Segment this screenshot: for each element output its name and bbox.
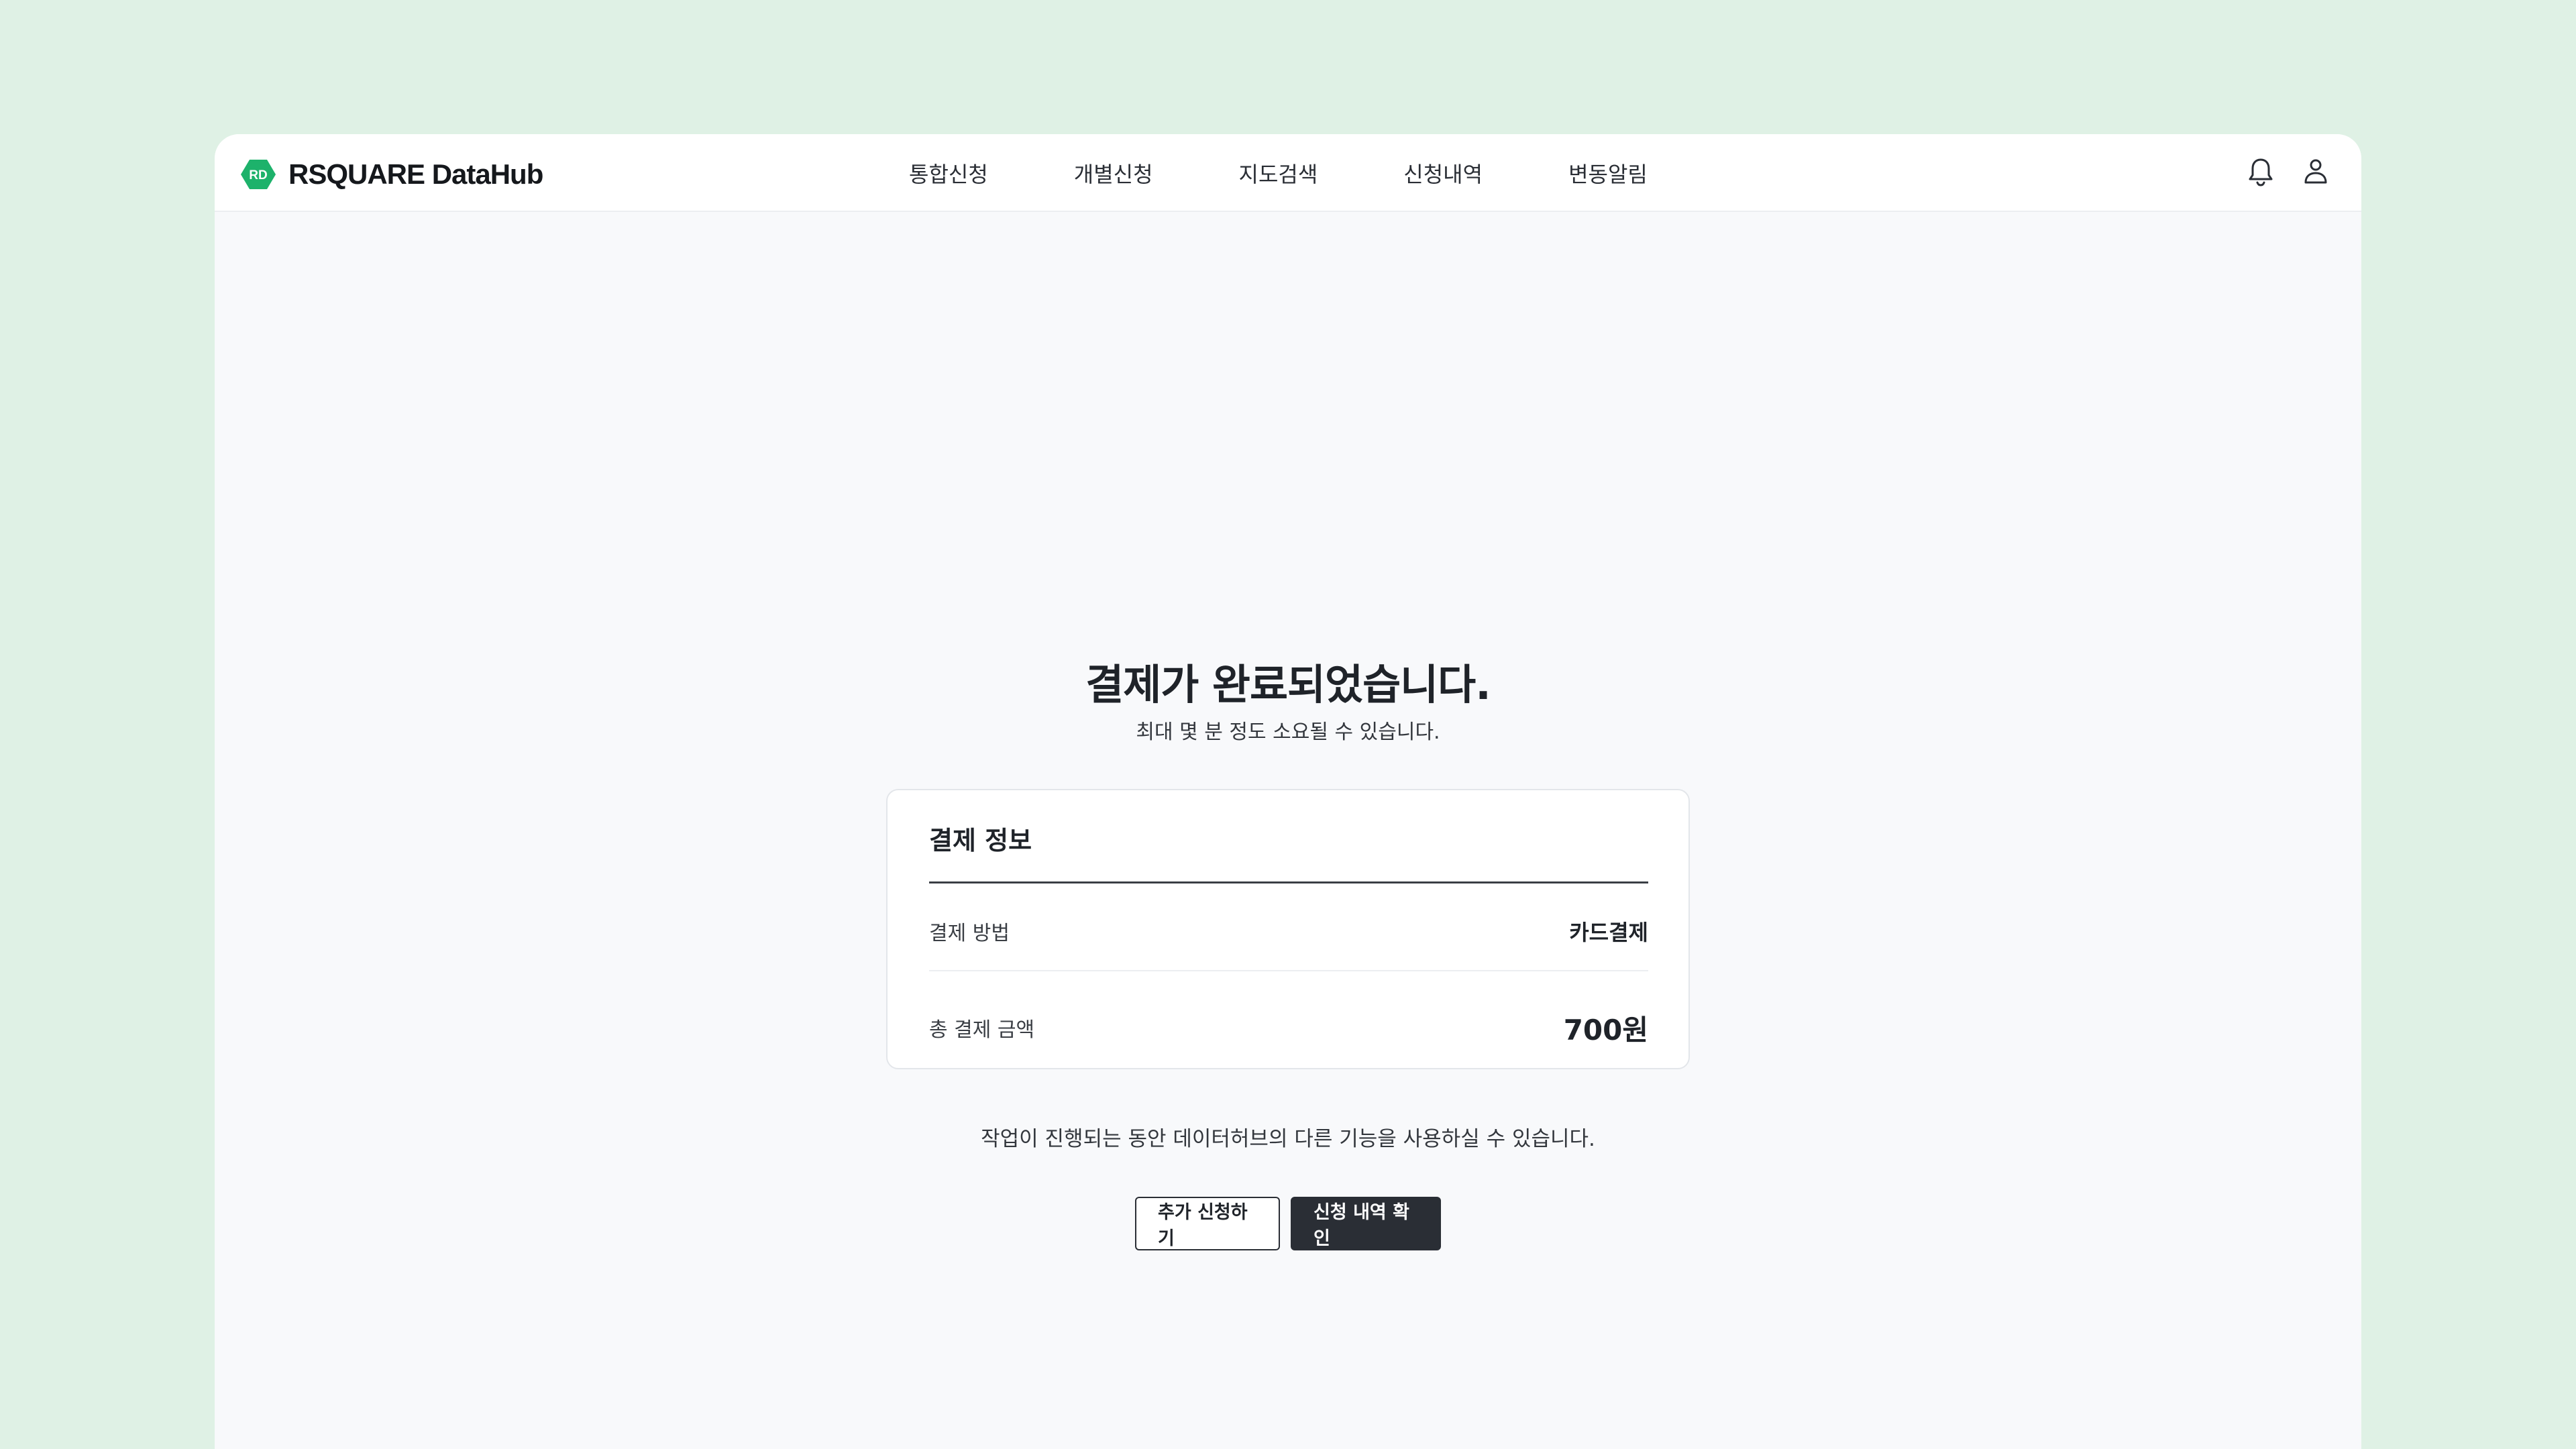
payment-method-row: 결제 방법 카드결제 bbox=[929, 911, 1648, 951]
user-icon[interactable] bbox=[2298, 154, 2333, 189]
total-amount-value: 700원 bbox=[1563, 1013, 1648, 1046]
logo[interactable]: RD RSQUARE DataHub bbox=[240, 158, 543, 191]
card-divider bbox=[929, 881, 1648, 883]
main-content: 결제가 완료되었습니다. 최대 몇 분 정도 소요될 수 있습니다. 결제 정보… bbox=[215, 212, 2361, 1449]
logo-badge-text: RD bbox=[249, 168, 267, 182]
payment-method-value: 카드결제 bbox=[1569, 920, 1648, 945]
app-window: RD RSQUARE DataHub 통합신청 개별신청 지도검색 신청내역 변… bbox=[215, 134, 2361, 1449]
header-icons bbox=[2223, 154, 2333, 189]
action-buttons: 추가 신청하기 신청 내역 확인 bbox=[215, 1197, 2361, 1250]
total-amount-row: 총 결제 금액 700원 bbox=[929, 1006, 1648, 1049]
nav-item-request-history[interactable]: 신청내역 bbox=[1403, 158, 1483, 189]
logo-hexagon-icon: RD bbox=[240, 158, 276, 191]
top-header: RD RSQUARE DataHub 통합신청 개별신청 지도검색 신청내역 변… bbox=[215, 134, 2361, 212]
nav-item-change-alerts[interactable]: 변동알림 bbox=[1568, 158, 1648, 189]
nav-item-map-search[interactable]: 지도검색 bbox=[1239, 158, 1318, 189]
nav-item-individual-request[interactable]: 개별신청 bbox=[1074, 158, 1153, 189]
card-title: 결제 정보 bbox=[929, 826, 1032, 855]
page-subtitle: 최대 몇 분 정도 소요될 수 있습니다. bbox=[1136, 720, 1440, 744]
bell-icon[interactable] bbox=[2243, 154, 2278, 189]
row-divider bbox=[929, 970, 1648, 971]
add-request-button[interactable]: 추가 신청하기 bbox=[1135, 1197, 1280, 1250]
payment-method-label: 결제 방법 bbox=[929, 922, 1010, 945]
total-amount-label: 총 결제 금액 bbox=[929, 1018, 1035, 1042]
info-note: 작업이 진행되는 동안 데이터허브의 다른 기능을 사용하실 수 있습니다. bbox=[981, 1127, 1595, 1151]
nav-item-integrated-request[interactable]: 통합신청 bbox=[909, 158, 988, 189]
view-request-history-button[interactable]: 신청 내역 확인 bbox=[1291, 1197, 1441, 1250]
page-title: 결제가 완료되었습니다. bbox=[1085, 660, 1491, 709]
main-nav: 통합신청 개별신청 지도검색 신청내역 변동알림 bbox=[909, 134, 1648, 212]
payment-info-card: 결제 정보 결제 방법 카드결제 총 결제 금액 700원 bbox=[886, 789, 1690, 1069]
logo-text: RSQUARE DataHub bbox=[288, 158, 543, 190]
